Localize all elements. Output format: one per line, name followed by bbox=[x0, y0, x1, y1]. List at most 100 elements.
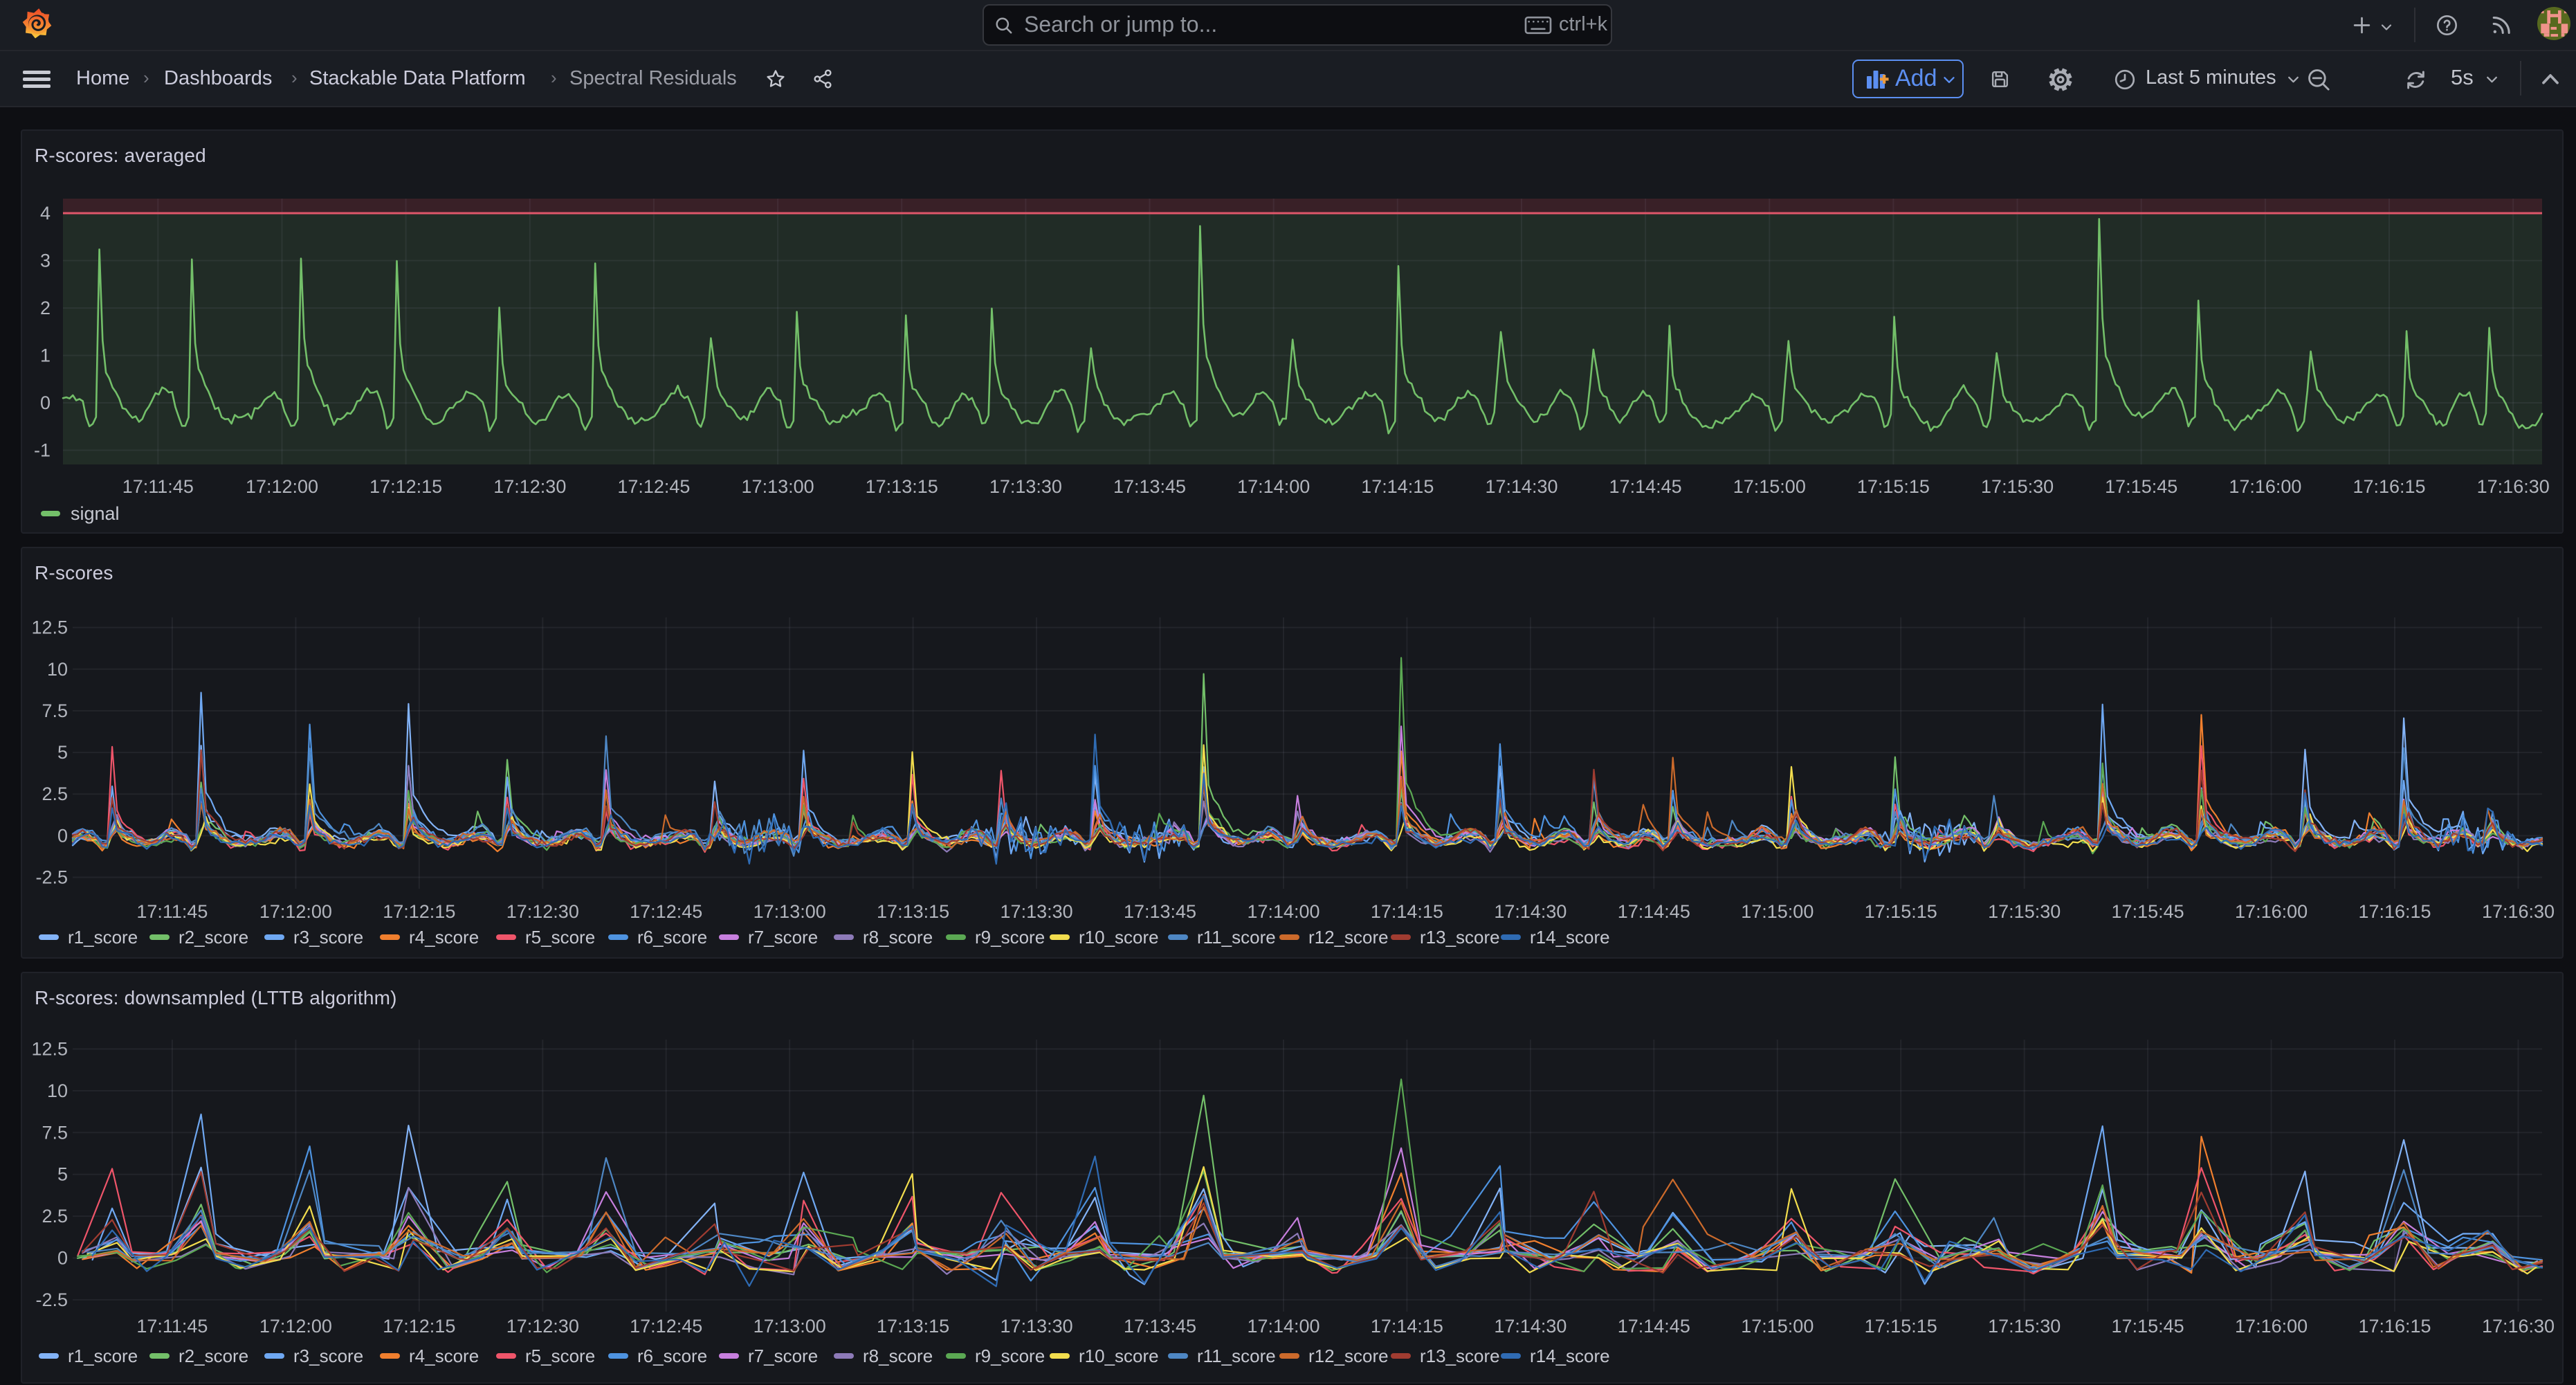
svg-text:17:12:45: 17:12:45 bbox=[617, 476, 690, 497]
svg-text:17:11:45: 17:11:45 bbox=[122, 476, 194, 497]
svg-text:17:15:15: 17:15:15 bbox=[1865, 1316, 1937, 1337]
svg-text:17:14:15: 17:14:15 bbox=[1371, 1316, 1443, 1337]
svg-text:17:15:15: 17:15:15 bbox=[1865, 901, 1937, 922]
svg-text:17:13:15: 17:13:15 bbox=[877, 1316, 949, 1337]
svg-text:r6_score: r6_score bbox=[637, 927, 707, 948]
svg-text:17:15:30: 17:15:30 bbox=[1981, 476, 2054, 497]
svg-text:r3_score: r3_score bbox=[293, 927, 363, 948]
svg-text:r4_score: r4_score bbox=[409, 927, 479, 948]
svg-text:r8_score: r8_score bbox=[863, 1346, 933, 1366]
svg-text:r11_score: r11_score bbox=[1197, 1346, 1276, 1366]
svg-text:2.5: 2.5 bbox=[42, 1206, 68, 1226]
svg-text:17:13:00: 17:13:00 bbox=[753, 901, 826, 922]
svg-text:2.5: 2.5 bbox=[42, 784, 68, 804]
svg-text:17:11:45: 17:11:45 bbox=[136, 901, 208, 922]
svg-text:17:12:00: 17:12:00 bbox=[259, 901, 332, 922]
svg-text:17:13:00: 17:13:00 bbox=[753, 1316, 826, 1337]
svg-text:17:16:00: 17:16:00 bbox=[2235, 1316, 2308, 1337]
svg-text:r9_score: r9_score bbox=[975, 1346, 1045, 1366]
svg-text:r13_score: r13_score bbox=[1420, 927, 1500, 948]
svg-text:17:16:00: 17:16:00 bbox=[2235, 901, 2308, 922]
svg-text:17:13:30: 17:13:30 bbox=[989, 476, 1062, 497]
svg-text:r6_score: r6_score bbox=[637, 1346, 707, 1366]
svg-text:2: 2 bbox=[40, 298, 51, 318]
svg-text:r7_score: r7_score bbox=[748, 1346, 818, 1366]
svg-text:17:16:30: 17:16:30 bbox=[2482, 1316, 2555, 1337]
svg-text:17:15:45: 17:15:45 bbox=[2112, 1316, 2184, 1337]
svg-text:17:14:45: 17:14:45 bbox=[1618, 1316, 1690, 1337]
svg-text:0: 0 bbox=[57, 825, 68, 846]
svg-text:r4_score: r4_score bbox=[409, 1346, 479, 1366]
svg-text:17:13:30: 17:13:30 bbox=[1001, 901, 1073, 922]
svg-text:17:14:45: 17:14:45 bbox=[1618, 901, 1690, 922]
svg-text:17:13:15: 17:13:15 bbox=[866, 476, 938, 497]
svg-text:0: 0 bbox=[40, 392, 51, 413]
svg-text:17:12:15: 17:12:15 bbox=[383, 1316, 455, 1337]
svg-text:17:16:00: 17:16:00 bbox=[2229, 476, 2301, 497]
svg-text:17:12:30: 17:12:30 bbox=[493, 476, 566, 497]
svg-text:17:16:15: 17:16:15 bbox=[2353, 476, 2425, 497]
svg-text:r5_score: r5_score bbox=[525, 1346, 595, 1366]
svg-text:17:15:30: 17:15:30 bbox=[1988, 901, 2061, 922]
svg-text:3: 3 bbox=[40, 251, 51, 271]
svg-text:17:13:00: 17:13:00 bbox=[742, 476, 814, 497]
svg-text:-2.5: -2.5 bbox=[35, 1289, 68, 1310]
svg-text:r2_score: r2_score bbox=[179, 927, 248, 948]
svg-text:17:12:15: 17:12:15 bbox=[383, 901, 455, 922]
svg-text:17:16:15: 17:16:15 bbox=[2358, 901, 2431, 922]
svg-text:r5_score: r5_score bbox=[525, 927, 595, 948]
svg-text:17:15:15: 17:15:15 bbox=[1857, 476, 1930, 497]
svg-text:17:13:45: 17:13:45 bbox=[1113, 476, 1186, 497]
svg-text:7.5: 7.5 bbox=[42, 700, 68, 721]
svg-text:4: 4 bbox=[40, 203, 51, 224]
svg-text:17:12:30: 17:12:30 bbox=[506, 901, 579, 922]
svg-text:17:14:30: 17:14:30 bbox=[1494, 901, 1566, 922]
svg-text:17:15:30: 17:15:30 bbox=[1988, 1316, 2061, 1337]
svg-text:r7_score: r7_score bbox=[748, 927, 818, 948]
svg-text:12.5: 12.5 bbox=[31, 617, 68, 638]
svg-text:17:14:00: 17:14:00 bbox=[1247, 1316, 1319, 1337]
svg-text:-2.5: -2.5 bbox=[35, 867, 68, 888]
svg-text:17:12:45: 17:12:45 bbox=[630, 1316, 702, 1337]
svg-text:r14_score: r14_score bbox=[1530, 1346, 1610, 1366]
svg-text:r1_score: r1_score bbox=[68, 927, 138, 948]
svg-text:r10_score: r10_score bbox=[1079, 1346, 1159, 1366]
svg-text:1: 1 bbox=[40, 345, 51, 366]
svg-text:0: 0 bbox=[57, 1248, 68, 1269]
svg-text:r9_score: r9_score bbox=[975, 927, 1045, 948]
svg-text:10: 10 bbox=[47, 1080, 68, 1101]
svg-text:17:11:45: 17:11:45 bbox=[136, 1316, 208, 1337]
svg-text:r3_score: r3_score bbox=[293, 1346, 363, 1366]
svg-text:-1: -1 bbox=[34, 440, 51, 461]
svg-text:17:15:00: 17:15:00 bbox=[1741, 1316, 1814, 1337]
svg-text:5: 5 bbox=[57, 1164, 68, 1185]
svg-text:r13_score: r13_score bbox=[1420, 1346, 1500, 1366]
svg-text:17:15:45: 17:15:45 bbox=[2112, 901, 2184, 922]
svg-text:17:14:15: 17:14:15 bbox=[1361, 476, 1434, 497]
svg-text:17:14:15: 17:14:15 bbox=[1371, 901, 1443, 922]
svg-text:10: 10 bbox=[47, 659, 68, 680]
svg-text:12.5: 12.5 bbox=[31, 1039, 68, 1060]
svg-text:17:13:15: 17:13:15 bbox=[877, 901, 949, 922]
svg-text:17:12:45: 17:12:45 bbox=[630, 901, 702, 922]
svg-text:17:16:30: 17:16:30 bbox=[2477, 476, 2550, 497]
svg-text:17:15:00: 17:15:00 bbox=[1733, 476, 1806, 497]
svg-text:17:12:00: 17:12:00 bbox=[259, 1316, 332, 1337]
svg-text:17:13:30: 17:13:30 bbox=[1001, 1316, 1073, 1337]
svg-text:r2_score: r2_score bbox=[179, 1346, 248, 1366]
svg-text:17:14:30: 17:14:30 bbox=[1485, 476, 1558, 497]
svg-text:17:16:30: 17:16:30 bbox=[2482, 901, 2555, 922]
svg-text:r10_score: r10_score bbox=[1079, 927, 1159, 948]
svg-text:17:12:00: 17:12:00 bbox=[246, 476, 318, 497]
svg-text:signal: signal bbox=[71, 503, 120, 524]
svg-text:17:16:15: 17:16:15 bbox=[2358, 1316, 2431, 1337]
svg-text:17:14:00: 17:14:00 bbox=[1237, 476, 1310, 497]
svg-text:r1_score: r1_score bbox=[68, 1346, 138, 1366]
svg-text:5: 5 bbox=[57, 742, 68, 763]
svg-text:r11_score: r11_score bbox=[1197, 927, 1276, 948]
svg-text:r12_score: r12_score bbox=[1308, 1346, 1389, 1366]
svg-text:17:14:45: 17:14:45 bbox=[1609, 476, 1682, 497]
svg-text:r12_score: r12_score bbox=[1308, 927, 1389, 948]
svg-text:17:14:00: 17:14:00 bbox=[1247, 901, 1319, 922]
svg-text:17:15:45: 17:15:45 bbox=[2105, 476, 2177, 497]
